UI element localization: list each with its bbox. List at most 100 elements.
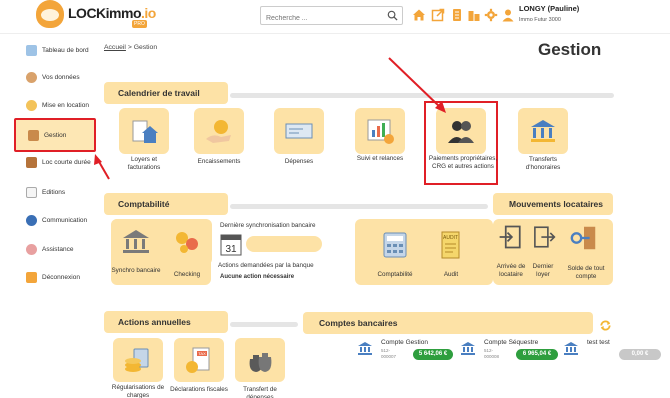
bank-account-name: test test <box>587 339 610 346</box>
buildings-icon[interactable] <box>467 8 481 22</box>
document-icon[interactable] <box>450 8 464 22</box>
user-icon[interactable] <box>501 8 515 22</box>
tile-suivi-label: Suivi et relances <box>356 155 404 162</box>
sidebar-item-logout[interactable]: Déconnexion <box>26 268 80 286</box>
sidebar-item-data[interactable]: Vos données <box>26 68 80 86</box>
tile-paiements-proprietaires-label: Paiements propriétaires, CRG et autres a… <box>428 155 498 170</box>
management-icon <box>28 129 39 141</box>
tile-solde-compte-label: Solde de tout compte <box>567 265 605 280</box>
bank-account-number: 512-000007 <box>381 348 397 359</box>
tile-regularisations-label: Régularisations de charges <box>111 384 165 398</box>
tax-document-icon: TAX <box>186 347 210 373</box>
section-title-comptabilite: Comptabilité <box>104 193 228 215</box>
external-link-icon[interactable] <box>431 8 445 22</box>
breadcrumb-current: Gestion <box>133 44 158 51</box>
user-organization: Immo Futur 3000 <box>519 17 561 23</box>
sidebar-item-label: Vos données <box>42 73 80 81</box>
arrow-head-gestion <box>94 154 102 165</box>
search-input[interactable] <box>261 10 379 27</box>
tile-audit-label: Audit <box>443 271 459 278</box>
sidebar-item-label: Gestion <box>44 131 67 139</box>
section-divider <box>230 204 488 209</box>
sidebar-item-assistance[interactable]: Assistance <box>26 240 73 258</box>
sync-date-bar <box>246 236 322 252</box>
person-icon <box>26 71 37 83</box>
tile-loyers-label: Loyers et facturations <box>127 156 161 171</box>
search-box[interactable] <box>260 6 403 27</box>
calculator-icon <box>383 232 407 258</box>
bank-account-sequestre[interactable]: Compte Séquestre 512-000008 6 965,04 € <box>460 338 560 366</box>
enter-door-icon <box>499 225 521 249</box>
bank-icon <box>358 342 372 355</box>
coins-calculator-icon <box>125 348 149 372</box>
search-icon[interactable] <box>387 10 398 21</box>
tile-solde-compte[interactable] <box>561 221 609 257</box>
money-bags-icon <box>249 353 272 372</box>
bank-account-balance: 5 642,06 € <box>413 349 453 360</box>
breadcrumb-separator: > <box>127 44 132 51</box>
tracking-chart-icon <box>367 119 394 144</box>
sidebar-item-label: Déconnexion <box>42 273 80 281</box>
svg-text:31: 31 <box>225 244 237 255</box>
exit-door-icon <box>534 226 556 248</box>
sidebar-item-short-term[interactable]: Loc courte durée <box>26 153 91 171</box>
breadcrumb-home-link[interactable]: Accueil <box>104 44 126 51</box>
tile-suivi[interactable] <box>355 108 405 154</box>
refresh-icon[interactable] <box>599 319 612 332</box>
sidebar-item-editions[interactable]: Editions <box>26 183 65 201</box>
support-agent-icon <box>26 243 37 255</box>
dashboard-chart-icon <box>26 44 37 56</box>
tile-synchro-bancaire[interactable] <box>111 219 161 265</box>
tile-declarations-fiscales-label: Déclarations fiscales <box>170 386 228 393</box>
sidebar-item-label: Editions <box>42 188 66 196</box>
sidebar-item-label: Loc courte durée <box>42 158 91 166</box>
bank-icon <box>564 342 578 355</box>
print-icon <box>26 186 37 198</box>
section-title-annuelles: Actions annuelles <box>104 311 228 333</box>
tile-arrivee-locataire[interactable] <box>494 221 528 257</box>
bank-account-balance: 6 965,04 € <box>516 349 558 360</box>
section-divider <box>230 93 614 98</box>
lockimmo-logo[interactable]: LOCKimmo.io PRO <box>34 0 156 34</box>
bank-account-gestion[interactable]: Compte Gestion 512-000007 5 642,06 € <box>357 338 455 366</box>
logo-badge: PRO <box>132 20 147 28</box>
sidebar-item-label: Mise en location <box>42 101 89 109</box>
tile-depenses[interactable] <box>274 108 324 154</box>
tile-dernier-loyer-label: Dernier loyer <box>532 263 554 278</box>
tile-loyers[interactable] <box>119 108 169 154</box>
gear-icon[interactable] <box>484 8 498 22</box>
sidebar-item-label: Tableau de bord <box>42 46 89 54</box>
globe-icon <box>26 214 37 226</box>
bank-icon <box>123 230 149 253</box>
sidebar-item-rental[interactable]: Mise en location <box>26 96 89 114</box>
suitcase-icon <box>26 156 37 168</box>
bank-account-test[interactable]: test test 0,00 € <box>563 338 663 366</box>
sidebar-item-dashboard[interactable]: Tableau de bord <box>26 41 89 59</box>
sidebar-item-gestion[interactable]: Gestion <box>14 118 96 152</box>
bank-account-name: Compte Gestion <box>381 339 428 346</box>
bank-actions-label: Actions demandées par la banque <box>218 262 314 269</box>
sidebar-item-communication[interactable]: Communication <box>26 211 87 229</box>
tile-dernier-loyer[interactable] <box>528 221 558 257</box>
user-name[interactable]: LONGY (Pauline) <box>519 4 579 13</box>
bank-icon <box>461 342 475 355</box>
tile-declarations-fiscales[interactable]: TAX <box>174 338 224 382</box>
tile-audit[interactable]: AUDIT <box>426 222 476 268</box>
checking-icon <box>176 232 198 253</box>
bank-actions-value: Aucune action nécessaire <box>220 274 295 280</box>
sidebar-item-label: Assistance <box>42 245 74 253</box>
home-icon[interactable] <box>412 8 426 22</box>
bank-account-balance: 0,00 € <box>619 349 661 360</box>
tile-encaissements[interactable] <box>194 108 244 154</box>
tile-encaissements-label: Encaissements <box>197 158 241 165</box>
tile-transferts-honoraires[interactable] <box>518 108 568 154</box>
tile-transfert-depenses[interactable] <box>235 338 285 382</box>
cat-mascot-icon <box>36 0 64 28</box>
tile-regularisations[interactable] <box>113 338 163 382</box>
bank-transfer-icon <box>531 120 555 142</box>
logout-icon <box>26 271 37 283</box>
tile-checking[interactable] <box>162 219 212 265</box>
tile-comptabilite[interactable] <box>370 222 420 268</box>
tile-comptabilite-label: Comptabilité <box>377 271 413 278</box>
breadcrumb: Accueil > Gestion <box>104 44 157 51</box>
